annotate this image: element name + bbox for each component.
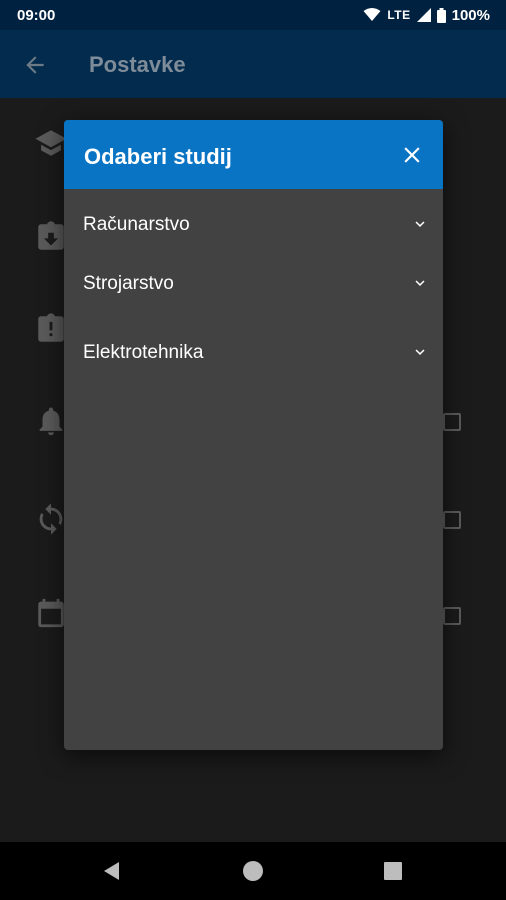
signal-icon [416, 8, 431, 22]
chevron-down-icon [415, 280, 425, 286]
study-item-elektrotehnika[interactable]: Elektrotehnika [64, 328, 443, 378]
close-icon[interactable] [399, 142, 425, 168]
study-item-label: Računarstvo [83, 214, 190, 235]
notifications-checkbox[interactable] [443, 413, 461, 431]
study-item-label: Elektrotehnika [83, 342, 204, 363]
study-item-strojarstvo[interactable]: Strojarstvo [64, 259, 443, 309]
arrow-left-icon[interactable] [22, 52, 48, 78]
download-icon [38, 221, 64, 250]
status-icons: LTE 100% [363, 7, 490, 24]
bell-icon [39, 407, 63, 436]
status-time: 09:00 [17, 6, 56, 24]
back-triangle-icon[interactable] [100, 859, 124, 883]
dialog-title: Odaberi studij [84, 144, 232, 169]
select-study-dialog: Odaberi studij Računarstvo Strojarstvo E… [64, 120, 443, 750]
calendar-icon [38, 598, 64, 628]
alert-clipboard-icon [38, 313, 64, 342]
graduation-cap-icon [35, 130, 67, 156]
wifi-icon [363, 8, 381, 21]
page-title: Postavke [89, 52, 186, 77]
network-type: LTE [387, 8, 411, 22]
sync-icon [39, 503, 63, 535]
study-item-label: Strojarstvo [83, 273, 174, 294]
chevron-down-icon [415, 349, 425, 355]
chevron-down-icon [415, 221, 425, 227]
sync-checkbox[interactable] [443, 511, 461, 529]
navigation-bar [0, 842, 506, 900]
status-bar: 09:00 LTE 100% [0, 0, 506, 30]
dialog-header: Odaberi studij [64, 120, 443, 189]
recents-square-icon[interactable] [381, 859, 405, 883]
app-bar: Postavke [0, 30, 506, 98]
calendar-checkbox[interactable] [443, 607, 461, 625]
battery-icon [436, 7, 446, 23]
battery-percent: 100% [451, 6, 490, 24]
study-item-racunarstvo[interactable]: Računarstvo [64, 200, 443, 250]
home-circle-icon[interactable] [241, 859, 265, 883]
